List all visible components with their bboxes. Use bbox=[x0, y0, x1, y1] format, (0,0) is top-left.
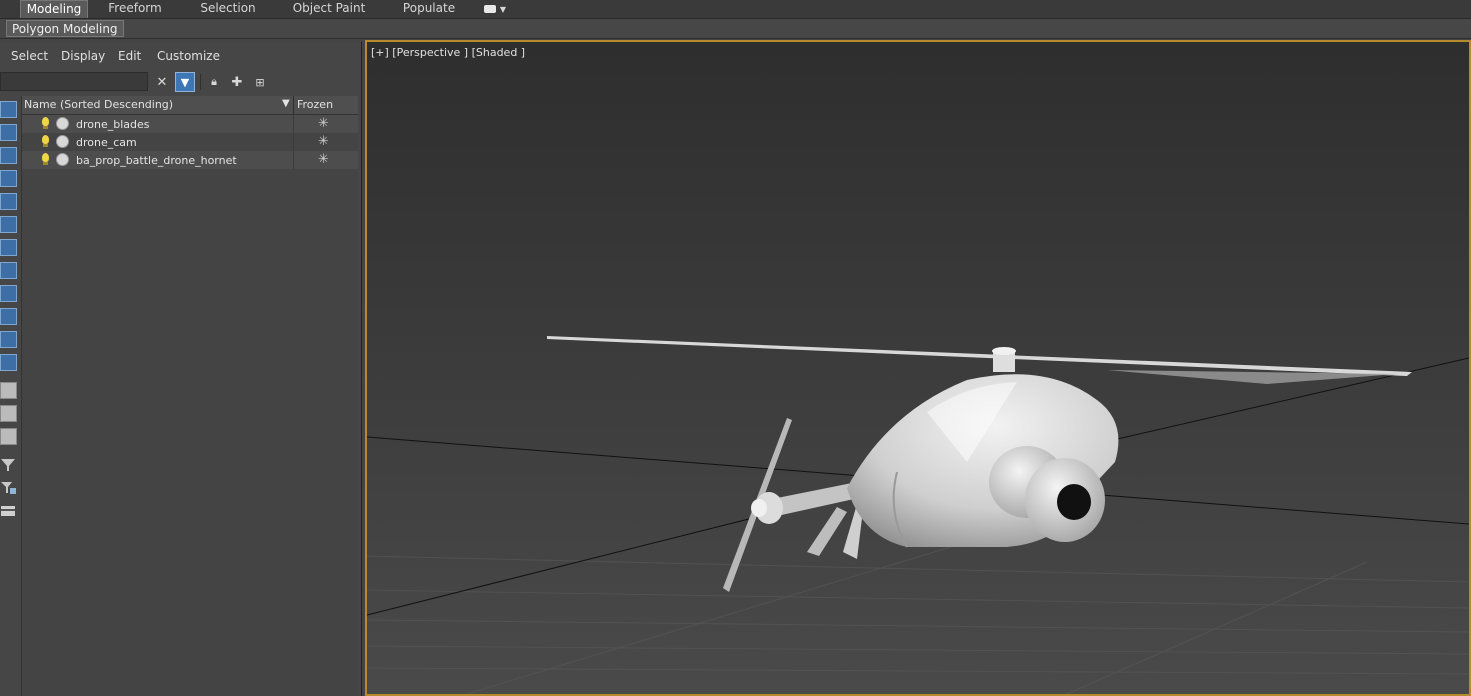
layer-icon[interactable] bbox=[0, 504, 16, 518]
light-bulb-icon[interactable] bbox=[42, 135, 49, 144]
column-divider bbox=[293, 133, 294, 151]
object-sphere-icon bbox=[56, 117, 69, 130]
hidden-filter-icon[interactable] bbox=[0, 354, 17, 371]
display-all-icon[interactable] bbox=[0, 382, 17, 399]
light-bulb-base bbox=[43, 144, 48, 147]
object-sphere-icon bbox=[56, 135, 69, 148]
helpers-filter-icon[interactable] bbox=[0, 193, 17, 210]
column-header-name[interactable]: Name (Sorted Descending) bbox=[24, 98, 173, 111]
hierarchy-icon: ⊞ bbox=[255, 75, 265, 89]
filter-icon-strip bbox=[0, 98, 20, 696]
groups-filter-icon[interactable] bbox=[0, 239, 17, 256]
clear-search-button[interactable]: ✕ bbox=[152, 72, 172, 92]
select-children-button[interactable]: ✚ bbox=[227, 72, 247, 92]
bones-filter-icon[interactable] bbox=[0, 285, 17, 302]
hierarchy-button[interactable]: ⊞ bbox=[250, 72, 270, 92]
menu-edit[interactable]: Edit bbox=[118, 49, 141, 63]
column-divider bbox=[293, 115, 294, 133]
ribbon-options-dropdown[interactable]: ▼ bbox=[480, 0, 510, 18]
cameras-filter-icon[interactable] bbox=[0, 170, 17, 187]
object-name: ba_prop_battle_drone_hornet bbox=[76, 154, 237, 167]
tab-object-paint[interactable]: Object Paint bbox=[288, 0, 370, 18]
freeze-snowflake-icon[interactable]: ✳ bbox=[318, 116, 329, 131]
list-item[interactable]: drone_blades ✳ bbox=[22, 115, 358, 133]
display-invert-icon[interactable] bbox=[0, 428, 17, 445]
ribbon-options-icon bbox=[484, 4, 496, 13]
explorer-toolbar: ✕ ▼ 🔒︎ ✚ ⊞ bbox=[0, 70, 361, 94]
explorer-menu-bar: Select Display Edit Customize bbox=[0, 42, 361, 70]
object-sphere-icon bbox=[56, 153, 69, 166]
perspective-viewport[interactable]: [+] [Perspective ] [Shaded ] bbox=[365, 40, 1471, 696]
shapes-filter-icon[interactable] bbox=[0, 124, 17, 141]
chevron-down-icon: ▼ bbox=[499, 5, 506, 14]
list-header: Name (Sorted Descending) ▼ Frozen bbox=[22, 96, 358, 115]
sort-descending-icon[interactable]: ▼ bbox=[282, 98, 290, 109]
xrefs-filter-icon[interactable] bbox=[0, 262, 17, 279]
column-header-frozen[interactable]: Frozen bbox=[297, 98, 333, 111]
lock-button[interactable]: 🔒︎ bbox=[204, 72, 224, 92]
spacewarps-filter-icon[interactable] bbox=[0, 216, 17, 233]
column-divider bbox=[293, 151, 294, 169]
lock-icon: 🔒︎ bbox=[211, 75, 217, 88]
light-bulb-icon[interactable] bbox=[42, 117, 49, 126]
rotor-hub bbox=[992, 347, 1016, 355]
display-none-icon[interactable] bbox=[0, 405, 17, 422]
tail-rotor-cap bbox=[751, 499, 767, 517]
viewport-scene bbox=[367, 42, 1469, 694]
camera-lens bbox=[1057, 484, 1091, 520]
filter-icon: ▼ bbox=[180, 75, 190, 89]
filter-funnel-icon[interactable] bbox=[0, 458, 16, 472]
light-bulb-base bbox=[43, 126, 48, 129]
tab-freeform[interactable]: Freeform bbox=[100, 0, 170, 18]
scene-explorer: Select Display Edit Customize ✕ ▼ 🔒︎ ✚ ⊞ bbox=[0, 42, 362, 696]
scene-object-list: Name (Sorted Descending) ▼ Frozen drone_… bbox=[21, 96, 358, 696]
viewport-label-menu[interactable]: [+] [Perspective ] [Shaded ] bbox=[371, 46, 525, 59]
polygon-modeling-tab[interactable]: Polygon Modeling bbox=[6, 20, 124, 37]
tab-populate[interactable]: Populate bbox=[396, 0, 462, 18]
ribbon-tab-bar: Modeling Freeform Selection Object Paint… bbox=[0, 0, 1471, 19]
light-bulb-icon[interactable] bbox=[42, 153, 49, 162]
tab-selection[interactable]: Selection bbox=[192, 0, 264, 18]
search-input[interactable] bbox=[0, 72, 148, 91]
list-item[interactable]: ba_prop_battle_drone_hornet ✳ bbox=[22, 151, 358, 169]
list-item[interactable]: drone_cam ✳ bbox=[22, 133, 358, 151]
add-select-icon: ✚ bbox=[231, 74, 243, 90]
frozen-filter-icon[interactable] bbox=[0, 331, 17, 348]
filter-settings-icon[interactable] bbox=[0, 481, 16, 495]
containers-filter-icon[interactable] bbox=[0, 308, 17, 325]
close-icon: ✕ bbox=[156, 74, 168, 90]
lights-filter-icon[interactable] bbox=[0, 147, 17, 164]
menu-select[interactable]: Select bbox=[11, 49, 48, 63]
toolbar-divider bbox=[200, 74, 201, 90]
menu-display[interactable]: Display bbox=[61, 49, 105, 63]
object-name: drone_cam bbox=[76, 136, 137, 149]
object-name: drone_blades bbox=[76, 118, 150, 131]
tab-modeling[interactable]: Modeling bbox=[20, 0, 88, 18]
filter-toggle-button[interactable]: ▼ bbox=[175, 72, 195, 92]
freeze-snowflake-icon[interactable]: ✳ bbox=[318, 134, 329, 149]
freeze-snowflake-icon[interactable]: ✳ bbox=[318, 152, 329, 167]
geometry-filter-icon[interactable] bbox=[0, 101, 17, 118]
light-bulb-base bbox=[43, 162, 48, 165]
column-divider bbox=[293, 96, 294, 114]
ribbon-panel-bar: Polygon Modeling bbox=[0, 19, 1471, 39]
menu-customize[interactable]: Customize bbox=[157, 49, 220, 63]
